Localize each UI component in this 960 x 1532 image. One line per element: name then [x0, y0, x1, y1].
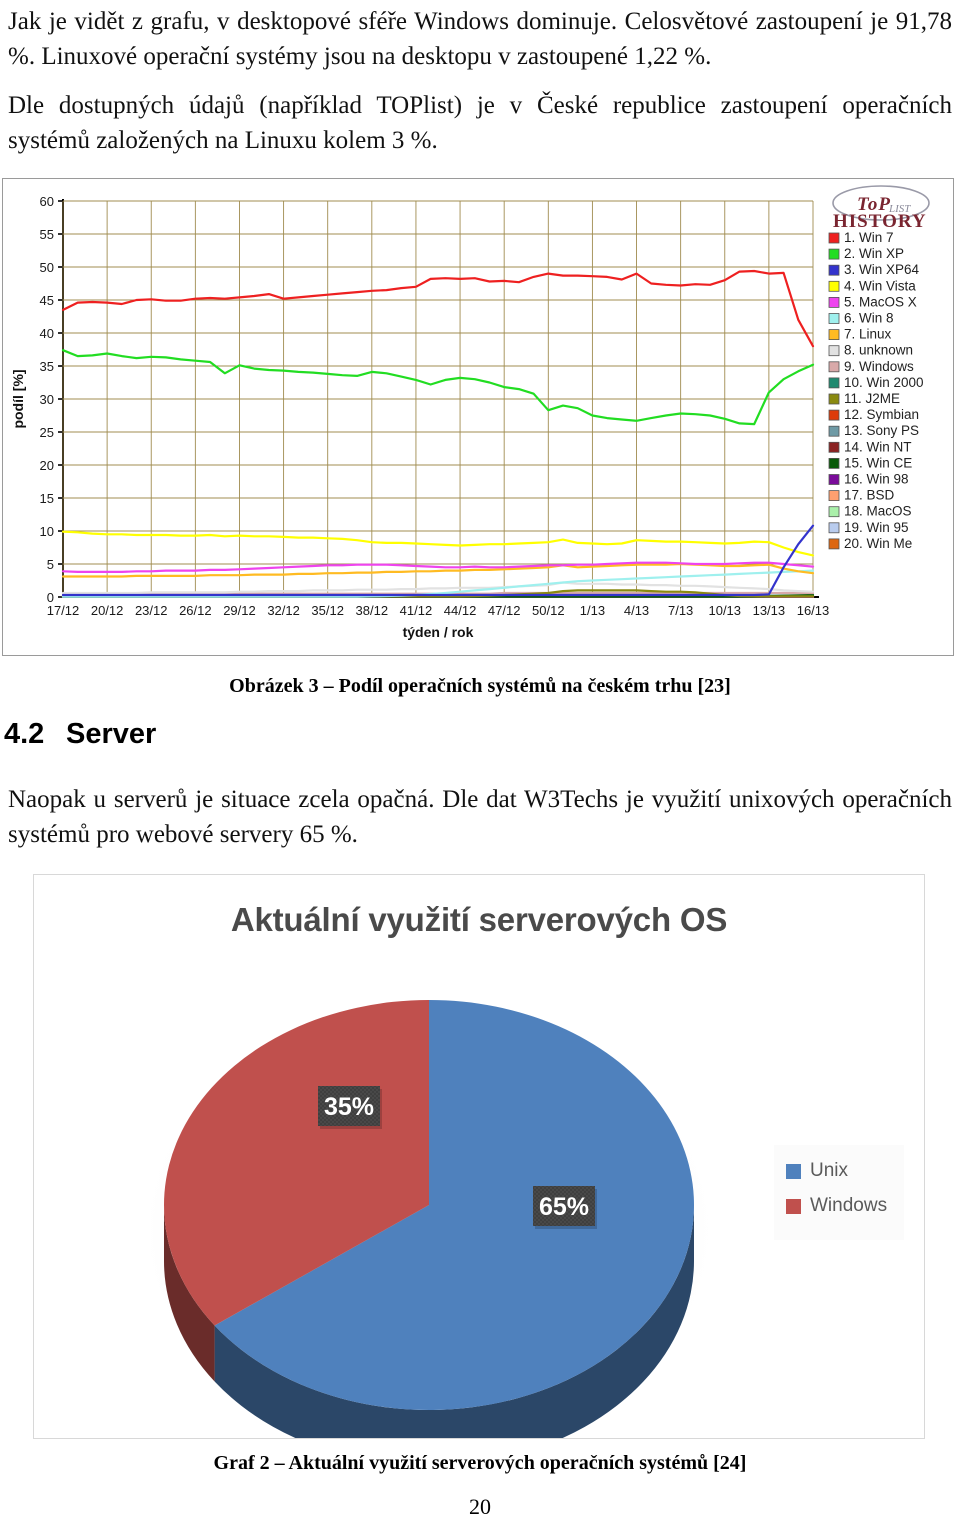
linechart-svg: 051015202530354045505560podíl [%]17/12 20…	[3, 179, 953, 655]
pie-geometry	[138, 1000, 720, 1438]
linechart-canvas: 0 5 10 15 20 25 30 35 40 45 50 55 60 podíl [%] 17/12 20…	[3, 179, 953, 655]
pie-chart-legend: Unix Windows	[774, 1145, 904, 1240]
svg-text:9. Windows: 9. Windows	[844, 359, 914, 374]
svg-text:11. J2ME: 11. J2ME	[844, 391, 900, 406]
svg-text:5. MacOS X: 5. MacOS X	[844, 294, 917, 309]
svg-text:47/12: 47/12	[488, 603, 521, 618]
svg-text:5: 5	[47, 557, 54, 572]
legend-label-windows: Windows	[810, 1195, 888, 1216]
svg-text:25: 25	[40, 425, 54, 440]
svg-text:7/13: 7/13	[668, 603, 693, 618]
svg-text:týden / rok: týden / rok	[403, 624, 474, 640]
legend-swatch-unix	[786, 1163, 801, 1179]
legend-item-windows: Windows	[786, 1195, 898, 1217]
svg-text:8. unknown: 8. unknown	[844, 343, 913, 358]
svg-text:23/12: 23/12	[135, 603, 168, 618]
figure-server-os-piechart: Aktuální využití serverových OS 65% 35% U…	[33, 874, 925, 1439]
svg-text:45: 45	[40, 293, 54, 308]
graph-2-caption: Graf 2 – Aktuální využití serverových op…	[213, 1452, 747, 1474]
svg-text:20: 20	[40, 458, 54, 473]
section-number: 4.2	[4, 718, 45, 750]
svg-text:65%: 65%	[539, 1193, 589, 1221]
svg-text:29/12: 29/12	[223, 603, 256, 618]
svg-text:38/12: 38/12	[356, 603, 389, 618]
svg-text:1. Win 7: 1. Win 7	[844, 230, 894, 245]
legend-label-unix: Unix	[810, 1160, 849, 1181]
figure-3-caption: Obrázek 3 – Podíl operačních systémů na …	[229, 675, 731, 697]
svg-text:35: 35	[40, 359, 54, 374]
svg-text:podíl [%]: podíl [%]	[10, 369, 26, 428]
svg-text:20. Win Me: 20. Win Me	[844, 536, 912, 551]
svg-text:26/12: 26/12	[179, 603, 212, 618]
legend-swatch-windows	[786, 1198, 801, 1214]
svg-text:15. Win CE: 15. Win CE	[844, 455, 912, 470]
svg-text:7. Linux: 7. Linux	[844, 327, 892, 342]
svg-text:35/12: 35/12	[311, 603, 344, 618]
svg-text:18. MacOS: 18. MacOS	[844, 504, 912, 519]
section-title: Server	[66, 718, 157, 750]
svg-text:13/13: 13/13	[753, 603, 786, 618]
svg-text:10: 10	[40, 524, 54, 539]
svg-text:20/12: 20/12	[91, 603, 124, 618]
svg-text:60: 60	[40, 194, 54, 209]
svg-text:55: 55	[40, 227, 54, 242]
figure-os-share-linechart: 0 5 10 15 20 25 30 35 40 45 50 55 60 podíl [%] 17/12 20…	[2, 178, 954, 656]
svg-text:17/12: 17/12	[47, 603, 80, 618]
legend-item-unix: Unix	[786, 1160, 898, 1182]
page-number: 20	[469, 1494, 491, 1519]
svg-text:15: 15	[40, 491, 54, 506]
paragraph-intro: Jak je vidět z grafu, v desktopové sféře…	[8, 8, 952, 70]
svg-text:30: 30	[40, 392, 54, 407]
svg-text:4. Win Vista: 4. Win Vista	[844, 278, 916, 293]
svg-text:40: 40	[40, 326, 54, 341]
paragraph-server: Naopak u serverů je situace zcela opačná…	[8, 786, 952, 848]
svg-text:2. Win XP: 2. Win XP	[844, 246, 904, 261]
paragraph-toplist: Dle dostupných údajů (například TOPlist)…	[8, 92, 952, 154]
svg-text:13. Sony PS: 13. Sony PS	[844, 423, 919, 438]
svg-text:32/12: 32/12	[267, 603, 300, 618]
svg-text:16/13: 16/13	[797, 603, 830, 618]
svg-text:6. Win 8: 6. Win 8	[844, 311, 894, 326]
svg-text:17. BSD: 17. BSD	[844, 488, 895, 503]
document-page: Jak je vidět z grafu, v desktopové sféře…	[0, 0, 960, 1532]
svg-text:10/13: 10/13	[708, 603, 741, 618]
svg-text:12. Symbian: 12. Symbian	[844, 407, 919, 422]
svg-text:19. Win 95: 19. Win 95	[844, 520, 909, 535]
svg-text:10. Win 2000: 10. Win 2000	[844, 375, 924, 390]
svg-text:1/13: 1/13	[580, 603, 605, 618]
svg-text:HISTORY: HISTORY	[833, 211, 927, 232]
svg-text:3. Win XP64: 3. Win XP64	[844, 262, 920, 277]
svg-text:41/12: 41/12	[400, 603, 433, 618]
section-heading-4-2: 4.2 Server	[4, 718, 156, 751]
svg-text:16. Win 98: 16. Win 98	[844, 472, 909, 487]
svg-text:50: 50	[40, 260, 54, 275]
svg-text:4/13: 4/13	[624, 603, 649, 618]
svg-text:35%: 35%	[324, 1093, 374, 1121]
svg-text:50/12: 50/12	[532, 603, 565, 618]
svg-text:14. Win NT: 14. Win NT	[844, 439, 912, 454]
svg-text:44/12: 44/12	[444, 603, 477, 618]
